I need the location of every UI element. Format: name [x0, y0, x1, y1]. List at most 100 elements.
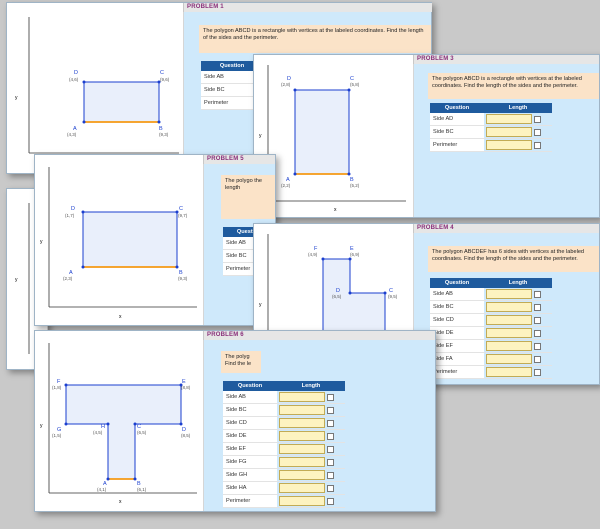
- coord-d: (4,6): [69, 77, 79, 82]
- coord-d: (6,5): [332, 294, 342, 299]
- label-d: D: [71, 206, 75, 212]
- point-d: [293, 88, 297, 92]
- answer-input[interactable]: [279, 392, 325, 402]
- problem-6-card: y x F (1,8) E (8,8) H (4,5) C (6,5) G (1…: [34, 330, 436, 512]
- answer-input[interactable]: [486, 315, 532, 325]
- x-axis-label: x: [119, 499, 122, 505]
- point-b: [157, 120, 161, 124]
- x-axis-label: x: [334, 207, 337, 213]
- answer-input[interactable]: [486, 127, 532, 137]
- point-h: [106, 422, 110, 426]
- problem-4-table: Question Length Side AB Side BC Side CD S…: [430, 278, 552, 379]
- coord-g: (1,5): [52, 433, 62, 438]
- coord-d: (8,5): [181, 433, 191, 438]
- check-box[interactable]: [534, 303, 541, 311]
- answer-input[interactable]: [486, 114, 532, 124]
- answer-input[interactable]: [486, 328, 532, 338]
- coord-f: (1,8): [52, 385, 62, 390]
- question-row: Side FA: [430, 352, 484, 366]
- question-row: Side AB: [430, 288, 484, 301]
- problem-5-title: PROBLEM 5: [203, 155, 275, 164]
- answer-input[interactable]: [279, 444, 325, 454]
- answer-input[interactable]: [279, 431, 325, 441]
- check-box[interactable]: [534, 342, 541, 350]
- check-box[interactable]: [534, 316, 541, 324]
- coord-h: (4,5): [93, 430, 103, 435]
- label-c: C: [179, 206, 183, 212]
- question-row: Side GH: [223, 468, 277, 482]
- point-f: [64, 383, 68, 387]
- coord-b: (6,1): [137, 487, 147, 492]
- answer-input[interactable]: [279, 483, 325, 493]
- coord-b: (9,3): [178, 276, 188, 281]
- coord-a: (2,2): [281, 183, 291, 188]
- answer-input[interactable]: [279, 418, 325, 428]
- answer-input[interactable]: [279, 405, 325, 415]
- answer-input[interactable]: [279, 496, 325, 506]
- check-box[interactable]: [534, 329, 541, 337]
- check-box[interactable]: [534, 368, 541, 376]
- check-box[interactable]: [327, 406, 334, 414]
- point-b: [347, 172, 351, 176]
- coord-a: (2,3): [63, 276, 73, 281]
- answer-input[interactable]: [486, 302, 532, 312]
- question-header: Question: [223, 381, 277, 391]
- check-box[interactable]: [534, 128, 541, 136]
- point-d: [81, 210, 85, 214]
- point-b: [175, 265, 179, 269]
- coord-c: (9,6): [160, 77, 170, 82]
- x-axis-label: x: [119, 314, 122, 320]
- problem-1-chart: y D (4,6) C (9,6) A (4,3) B (9,3): [7, 3, 184, 173]
- check-box[interactable]: [534, 115, 541, 123]
- question-row: Perimeter: [223, 494, 277, 508]
- answer-input[interactable]: [279, 457, 325, 467]
- question-row: Side EF: [223, 442, 277, 456]
- length-header: Length: [277, 381, 345, 391]
- point-a: [106, 477, 110, 481]
- y-axis-label: y: [259, 302, 262, 308]
- polygon-abcdefgh: [65, 384, 182, 480]
- check-box[interactable]: [534, 290, 541, 298]
- question-row: Side FG: [223, 455, 277, 469]
- check-box[interactable]: [534, 355, 541, 363]
- coord-e: (8,8): [181, 385, 191, 390]
- coord-c: (9,7): [178, 213, 188, 218]
- y-axis-label: y: [259, 133, 262, 139]
- question-row: Perimeter: [430, 138, 484, 152]
- answer-input[interactable]: [486, 140, 532, 150]
- question-row: Side DE: [223, 429, 277, 443]
- question-row: Perimeter: [430, 365, 484, 379]
- check-box[interactable]: [327, 471, 334, 479]
- y-axis-label: y: [40, 239, 43, 245]
- problem-1-title: PROBLEM 1: [183, 3, 432, 12]
- answer-input[interactable]: [486, 341, 532, 351]
- problem-4-title: PROBLEM 4: [413, 224, 599, 233]
- question-row: Side BC: [430, 300, 484, 314]
- check-box[interactable]: [327, 458, 334, 466]
- coord-a: (4,3): [67, 132, 77, 137]
- answer-input[interactable]: [486, 289, 532, 299]
- problem-3-table: Question Length Side AD Side BC Perimeter: [430, 103, 552, 152]
- question-row: Side AD: [430, 113, 484, 126]
- point-e: [348, 257, 352, 261]
- coord-f: (4,9): [308, 252, 318, 257]
- check-box[interactable]: [327, 419, 334, 427]
- coord-b: (5,2): [350, 183, 360, 188]
- check-box[interactable]: [327, 484, 334, 492]
- check-box[interactable]: [327, 432, 334, 440]
- problem-5-prompt: The polygo the length: [221, 175, 275, 219]
- check-box[interactable]: [327, 393, 334, 401]
- answer-input[interactable]: [486, 354, 532, 364]
- coord-d: (2,8): [281, 82, 291, 87]
- check-box[interactable]: [327, 497, 334, 505]
- answer-input[interactable]: [279, 470, 325, 480]
- problem-4-prompt: The polygon ABCDEF has 6 sides with vert…: [428, 246, 599, 272]
- problem-6-table: Question Length Side AB Side BC Side CD S…: [223, 381, 345, 508]
- point-a: [293, 172, 297, 176]
- point-d: [82, 80, 86, 84]
- problem-1-prompt: The polygon ABCD is a rectangle with ver…: [199, 25, 431, 53]
- check-box[interactable]: [327, 445, 334, 453]
- check-box[interactable]: [534, 141, 541, 149]
- answer-input[interactable]: [486, 367, 532, 377]
- problem-3-plot: y x D (2,8) C (5,8) A (2,2) B (5,2): [259, 65, 406, 213]
